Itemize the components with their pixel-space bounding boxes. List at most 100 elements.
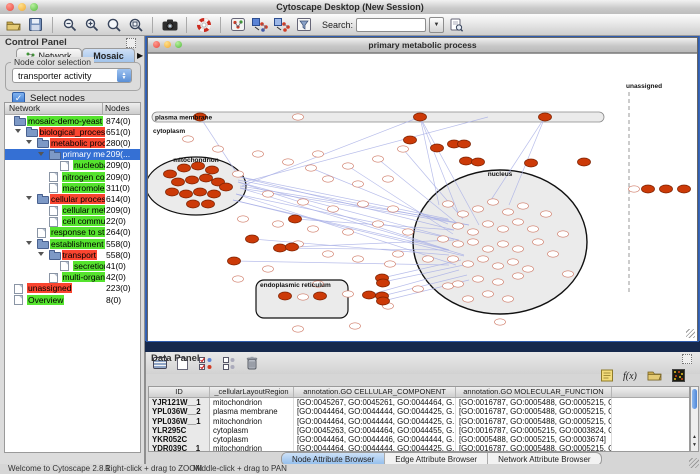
network-tree-header[interactable]: Network Nodes — [5, 103, 140, 115]
tree-column-network[interactable]: Network — [9, 103, 40, 113]
graph-node[interactable] — [458, 211, 469, 217]
graph-node[interactable] — [306, 165, 317, 171]
node-color-attribute-combobox[interactable]: transporter activity ▲▼ — [12, 68, 132, 83]
graph-node-selected[interactable] — [206, 166, 219, 174]
graph-node[interactable] — [383, 176, 394, 182]
graph-node-selected[interactable] — [377, 279, 390, 287]
graph-node[interactable] — [558, 231, 569, 237]
graph-node[interactable] — [463, 261, 474, 267]
graph-node-selected[interactable] — [202, 200, 215, 208]
graph-node[interactable] — [213, 146, 224, 152]
graph-node-selected[interactable] — [274, 244, 287, 252]
graph-node[interactable] — [548, 251, 559, 257]
graph-node[interactable] — [343, 163, 354, 169]
graph-node[interactable] — [423, 256, 434, 262]
graph-node[interactable] — [533, 239, 544, 245]
tree-column-nodes[interactable]: Nodes — [105, 103, 130, 113]
graph-node-selected[interactable] — [228, 257, 241, 265]
tree-row[interactable]: nucleobase-209(0) — [5, 160, 140, 171]
tree-row[interactable]: establishment of lo558(0) — [5, 238, 140, 249]
combobox-stepper[interactable]: ▲▼ — [117, 69, 131, 82]
layout-button[interactable] — [272, 16, 291, 34]
graph-node[interactable] — [503, 296, 514, 302]
graph-node[interactable] — [373, 156, 384, 162]
graph-node[interactable] — [263, 191, 274, 197]
table-column-header[interactable] — [612, 387, 690, 397]
graph-node[interactable] — [478, 256, 489, 262]
graph-node[interactable] — [498, 241, 509, 247]
graph-node[interactable] — [495, 319, 506, 325]
table-row[interactable]: YPL036W__2plasma membrane[GO:0044464, GO… — [149, 407, 689, 416]
graph-node[interactable] — [413, 286, 424, 292]
graph-node[interactable] — [388, 206, 399, 212]
graph-node[interactable] — [233, 171, 244, 177]
graph-node-selected[interactable] — [539, 113, 552, 121]
graph-node[interactable] — [350, 323, 361, 329]
network-canvas[interactable]: plasma membranecytoplasmmitochondrionnuc… — [148, 53, 697, 341]
formula-builder-button[interactable]: f(x) — [621, 366, 640, 384]
graph-node[interactable] — [503, 209, 514, 215]
zoom-selected-button[interactable] — [126, 16, 145, 34]
graph-node-selected[interactable] — [164, 170, 177, 178]
tree-row[interactable]: transport558(0) — [5, 249, 140, 260]
vizmapper-button[interactable] — [250, 16, 269, 34]
graph-node[interactable] — [385, 261, 396, 267]
plasma-membrane-region[interactable] — [152, 112, 604, 122]
expand-arrow-icon[interactable] — [26, 241, 32, 245]
graph-node[interactable] — [183, 136, 194, 142]
tree-row[interactable]: biological_process651(0) — [5, 126, 140, 137]
tree-row[interactable]: cellular process614(0) — [5, 193, 140, 204]
graph-node[interactable] — [483, 221, 494, 227]
graph-node[interactable] — [443, 283, 454, 289]
zoom-in-button[interactable] — [82, 16, 101, 34]
graph-node-selected[interactable] — [166, 188, 179, 196]
graph-node[interactable] — [238, 216, 249, 222]
graph-node[interactable] — [298, 199, 309, 205]
attribute-list-button[interactable] — [597, 366, 616, 384]
float-panel-icon[interactable] — [126, 38, 136, 48]
graph-node[interactable] — [393, 251, 404, 257]
graph-node-selected[interactable] — [363, 291, 376, 299]
zoom-out-button[interactable] — [60, 16, 79, 34]
graph-node[interactable] — [493, 263, 504, 269]
expand-arrow-icon[interactable] — [26, 196, 32, 200]
graph-node[interactable] — [298, 294, 309, 300]
delete-attribute-button[interactable] — [242, 354, 261, 372]
graph-node-selected[interactable] — [286, 243, 299, 251]
table-column-header[interactable]: ID — [149, 387, 210, 397]
tree-row[interactable]: primary metabo209(... — [5, 149, 140, 160]
advanced-search-button[interactable] — [447, 16, 466, 34]
graph-node[interactable] — [513, 246, 524, 252]
unselect-attributes-button[interactable] — [219, 354, 238, 372]
graph-node[interactable] — [473, 206, 484, 212]
float-panel-icon[interactable] — [682, 354, 692, 364]
graph-node[interactable] — [323, 251, 334, 257]
scroll-up-button[interactable]: ▲ — [691, 433, 698, 441]
graph-node-selected[interactable] — [460, 157, 473, 165]
graph-node[interactable] — [498, 226, 509, 232]
table-row[interactable]: YLR295Ccytoplasm[GO:0045263, GO:0044464,… — [149, 426, 689, 435]
graph-node-selected[interactable] — [578, 158, 591, 166]
tree-row[interactable]: metabolic process280(0) — [5, 137, 140, 148]
graph-node[interactable] — [263, 266, 274, 272]
attribute-table-header[interactable]: ID_cellularLayoutRegionannotation.GO CEL… — [149, 387, 689, 398]
graph-node[interactable] — [468, 239, 479, 245]
graph-node[interactable] — [453, 281, 464, 287]
graph-node-selected[interactable] — [678, 185, 691, 193]
network-window-titlebar[interactable]: primary metabolic process — [148, 38, 697, 53]
graph-node-selected[interactable] — [289, 215, 302, 223]
graph-node-selected[interactable] — [458, 140, 471, 148]
table-column-header[interactable]: annotation.GO MOLECULAR_FUNCTION — [456, 387, 612, 397]
graph-node-selected[interactable] — [180, 190, 193, 198]
tab-overflow-arrow[interactable]: ▶ — [137, 51, 143, 60]
expand-arrow-icon[interactable] — [15, 129, 21, 133]
graph-node[interactable] — [453, 223, 464, 229]
app-resize-grip[interactable] — [689, 458, 699, 468]
graph-node[interactable] — [513, 273, 524, 279]
scroll-down-button[interactable]: ▼ — [691, 441, 698, 449]
help-button[interactable] — [194, 16, 213, 34]
graph-node[interactable] — [468, 229, 479, 235]
tree-column-divider[interactable] — [102, 103, 103, 114]
tree-row[interactable]: unassigned223(0) — [5, 283, 140, 294]
graph-node[interactable] — [313, 151, 324, 157]
